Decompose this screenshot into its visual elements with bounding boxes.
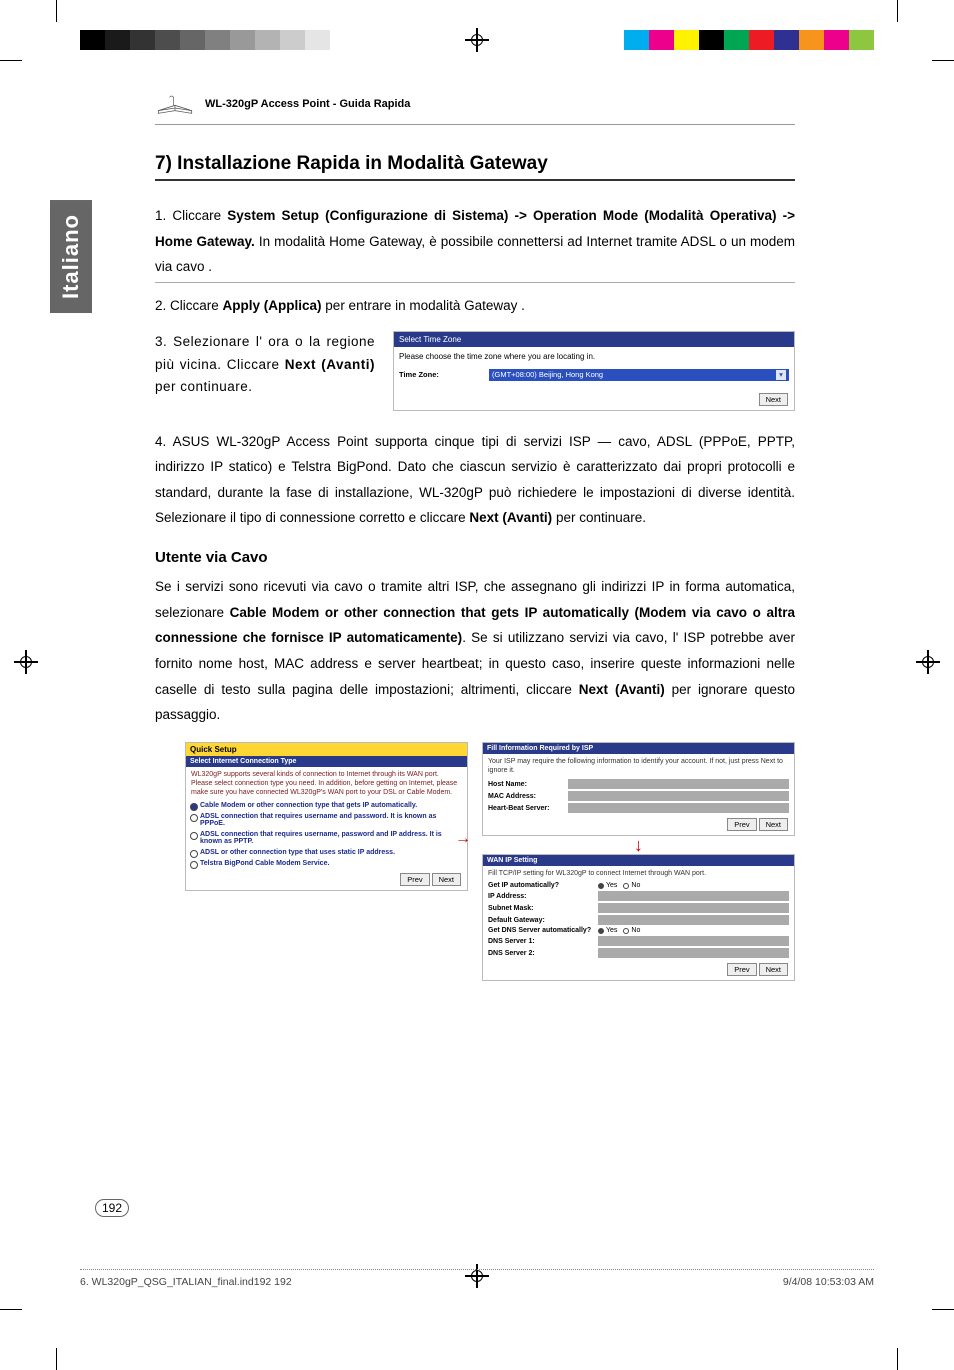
document-product-title: WL-320gP Access Point - Guida Rapida: [205, 98, 410, 110]
get-ip-radio[interactable]: Yes No: [598, 882, 640, 889]
dns2-input[interactable]: [598, 948, 789, 958]
connection-type-option[interactable]: Cable Modem or other connection type tha…: [186, 800, 467, 811]
crop-line: [0, 60, 22, 61]
connection-type-option[interactable]: ADSL connection that requires username a…: [186, 811, 467, 829]
isp-info-desc: Your ISP may require the following infor…: [483, 754, 794, 778]
quick-setup-desc: WL320gP supports several kinds of connec…: [186, 767, 467, 800]
prev-button[interactable]: Prev: [400, 873, 429, 886]
crop-line: [56, 1348, 57, 1370]
get-dns-label: Get DNS Server automatically?: [488, 927, 598, 934]
wan-title: WAN IP Setting: [483, 855, 794, 866]
isp-info-title: Fill Information Required by ISP: [483, 743, 794, 754]
isp-field-label: Host Name:: [488, 781, 568, 788]
connection-type-option[interactable]: ADSL connection that requires username, …: [186, 829, 467, 847]
next-button[interactable]: Next: [432, 873, 461, 886]
page-number: 192: [95, 1199, 129, 1217]
cable-user-paragraph: Se i servizi sono ricevuti via cavo o tr…: [155, 574, 795, 728]
registration-mark-top: [465, 28, 489, 52]
wan-desc: Fill TCP/IP setting for WL320gP to conne…: [483, 866, 794, 881]
crop-line: [897, 0, 898, 22]
step-1: 1. Cliccare System Setup (Configurazione…: [155, 203, 795, 283]
isp-field-label: MAC Address:: [488, 793, 568, 800]
registration-mark-right: [916, 650, 940, 674]
subnet-mask-label: Subnet Mask:: [488, 905, 598, 912]
prev-button[interactable]: Prev: [727, 818, 756, 831]
figure-header: Select Time Zone: [394, 332, 794, 347]
quick-setup-subtitle: Select Internet Connection Type: [186, 756, 467, 767]
next-button[interactable]: Next: [759, 818, 788, 831]
timezone-select[interactable]: (GMT+08:00) Beijing, Hong Kong ▾: [489, 369, 789, 381]
isp-field-label: Heart-Beat Server:: [488, 805, 568, 812]
figure-description: Please choose the time zone where you ar…: [399, 352, 789, 361]
step-4: 4. ASUS WL-320gP Access Point supporta c…: [155, 429, 795, 532]
dns2-label: DNS Server 2:: [488, 950, 598, 957]
ip-address-label: IP Address:: [488, 893, 598, 900]
next-button[interactable]: Next: [759, 393, 788, 406]
chevron-down-icon: ▾: [776, 370, 786, 380]
isp-field-input[interactable]: [568, 791, 789, 801]
subnet-mask-input[interactable]: [598, 903, 789, 913]
crop-line: [56, 0, 57, 22]
language-tab: Italiano: [50, 200, 92, 313]
isp-field-input[interactable]: [568, 803, 789, 813]
footer-filename: 6. WL320gP_QSG_ITALIAN_final.ind192 192: [80, 1276, 292, 1288]
connection-type-option[interactable]: Telstra BigPond Cable Modem Service.: [186, 858, 467, 869]
isp-field-input[interactable]: [568, 779, 789, 789]
figure-select-time-zone: Select Time Zone Please choose the time …: [393, 331, 795, 411]
dns1-input[interactable]: [598, 936, 789, 946]
get-ip-label: Get IP automatically?: [488, 882, 598, 889]
print-footer: 6. WL320gP_QSG_ITALIAN_final.ind192 192 …: [80, 1269, 874, 1288]
default-gateway-label: Default Gateway:: [488, 917, 598, 924]
figure-isp-info: Fill Information Required by ISP Your IS…: [482, 742, 795, 836]
step-3: 3. Selezionare l' ora o la regione più v…: [155, 331, 375, 400]
get-dns-radio[interactable]: Yes No: [598, 927, 640, 934]
section-heading: 7) Installazione Rapida in Modalità Gate…: [155, 153, 795, 181]
crop-line: [932, 1309, 954, 1310]
dns1-label: DNS Server 1:: [488, 938, 598, 945]
quick-setup-title: Quick Setup: [186, 743, 467, 756]
crop-line: [897, 1348, 898, 1370]
figure-quick-setup: Quick Setup Select Internet Connection T…: [185, 742, 468, 891]
timezone-label: Time Zone:: [399, 370, 489, 379]
ip-address-input[interactable]: [598, 891, 789, 901]
crop-line: [932, 60, 954, 61]
crop-line: [0, 1309, 22, 1310]
step-2: 2. Cliccare Apply (Applica) per entrare …: [155, 293, 795, 319]
figure-wan-ip-setting: WAN IP Setting Fill TCP/IP setting for W…: [482, 854, 795, 981]
book-icon: [155, 90, 195, 118]
prev-button[interactable]: Prev: [727, 963, 756, 976]
subheading-cable-user: Utente via Cavo: [155, 549, 795, 566]
document-header: WL-320gP Access Point - Guida Rapida: [155, 90, 795, 125]
connection-type-option[interactable]: ADSL or other connection type that uses …: [186, 847, 467, 858]
next-button[interactable]: Next: [759, 963, 788, 976]
registration-mark-left: [14, 650, 38, 674]
default-gateway-input[interactable]: [598, 915, 789, 925]
arrow-down-icon: ↓: [482, 838, 795, 852]
footer-timestamp: 9/4/08 10:53:03 AM: [783, 1276, 874, 1288]
